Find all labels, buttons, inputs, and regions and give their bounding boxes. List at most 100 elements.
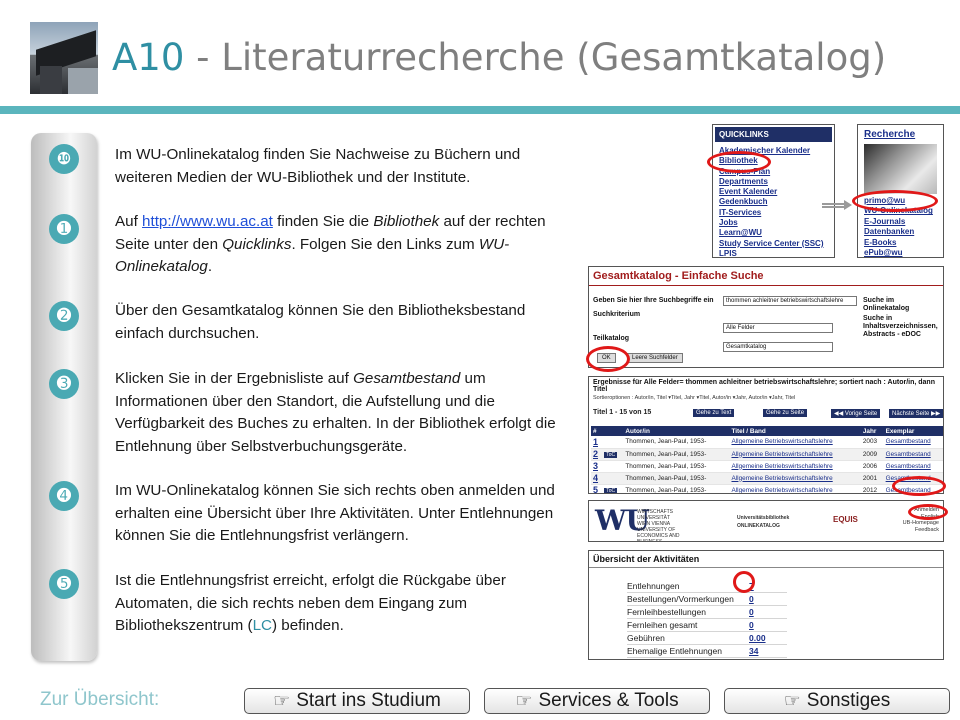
wu-banner-screenshot: WU WIRTSCHAFTS UNIVERSITÄT WIEN VIENNA U…: [588, 500, 944, 542]
row-number-link[interactable]: 5: [593, 485, 598, 493]
check-edoc[interactable]: Suche in Inhaltsverzeichnissen, Abstract…: [863, 315, 943, 339]
wu-catalog: ONLINEKATALOG: [737, 523, 780, 529]
activity-row: Fernleihbestellungen 0: [627, 607, 787, 619]
step-2-icon: ➋: [49, 301, 79, 331]
next-page-button[interactable]: Nächste Seite ▶▶: [889, 409, 943, 418]
goto-page-button[interactable]: Gehe zu Seite: [763, 409, 808, 417]
title-link[interactable]: Allgemeine Betriebswirtschaftslehre: [731, 475, 832, 482]
toc-badge-cell: ToC: [602, 484, 624, 494]
activity-value-link[interactable]: 0: [749, 607, 754, 617]
table-row: 2 ToC Thommen, Jean-Paul, 1953- Allgemeine …: [591, 448, 943, 461]
year-cell-cell: 2009: [860, 448, 884, 461]
title-link[interactable]: Allgemeine Betriebswirtschaftslehre: [731, 463, 832, 470]
activity-value-link[interactable]: 0: [749, 594, 754, 604]
wu-banner-link[interactable]: UB-Homepage: [899, 520, 939, 527]
author-cell: Thommen, Jean-Paul, 1953-: [625, 450, 707, 458]
title-link[interactable]: Allgemeine Betriebswirtschaftslehre: [731, 438, 832, 445]
quicklink-item[interactable]: LPIS: [719, 249, 828, 257]
step-3-icon: ➌: [49, 369, 79, 399]
clear-button[interactable]: Leere Suchfelder: [627, 353, 683, 363]
title-link[interactable]: Allgemeine Betriebswirtschaftslehre: [731, 451, 832, 458]
check-onlinekatalog[interactable]: Suche im Onlinekatalog: [863, 297, 941, 313]
quicklinks-heading: QUICKLINKS: [715, 127, 832, 142]
quicklink-item[interactable]: Study Service Center (SSC): [719, 239, 828, 249]
wu-link[interactable]: http://www.wu.ac.at: [142, 213, 273, 230]
recherche-heading: Recherche: [864, 129, 916, 140]
gesamtbestand-link[interactable]: Gesamtbestand: [886, 451, 931, 458]
year-cell: 2006: [862, 462, 878, 470]
author-cell: Thommen, Jean-Paul, 1953-: [625, 474, 707, 482]
highlight-ring-onlinekatalog: [852, 190, 938, 212]
header-rule: [0, 106, 960, 114]
row-number-link-cell: 1: [591, 436, 603, 449]
title-link[interactable]: Allgemeine Betriebswirtschaftslehre: [731, 487, 832, 494]
quicklink-item[interactable]: Gedenkbuch: [719, 197, 828, 207]
building-photo: [30, 22, 98, 94]
activity-row: Gebühren 0.00: [627, 633, 787, 645]
author-cell: Thommen, Jean-Paul, 1953-: [625, 462, 707, 470]
activity-value-link[interactable]: 0.00: [749, 633, 766, 643]
activity-label: Fernleihen gesamt: [627, 620, 698, 630]
gesamtbestand-link[interactable]: Gesamtbestand: [886, 438, 931, 445]
hand-pointer-icon: ☞: [515, 690, 533, 712]
row-number-link[interactable]: 2: [593, 449, 598, 459]
criterion-select[interactable]: Alle Felder: [723, 323, 833, 333]
step-bar: ❿ ➊ ➋ ➌ ➍ ➎: [31, 133, 97, 661]
recherche-item[interactable]: E-Books: [864, 238, 937, 248]
results-column-header: Jahr: [860, 426, 884, 436]
title-link-cell: Allgemeine Betriebswirtschaftslehre: [729, 484, 861, 494]
results-column-header: Autor/in: [623, 426, 730, 436]
year-cell: 2009: [862, 450, 878, 458]
quicklink-item[interactable]: Jobs: [719, 218, 828, 228]
nav-start-ins-studium-button[interactable]: ☞ Start ins Studium: [244, 688, 470, 714]
activity-value-link[interactable]: 34: [749, 646, 758, 656]
highlight-ring-gesamtbestand: [892, 476, 946, 496]
year-cell-cell: 2001: [860, 472, 884, 485]
results-column-header: Titel / Band: [729, 426, 861, 436]
recherche-item[interactable]: Datenbanken: [864, 227, 937, 237]
prev-page-button[interactable]: ◀◀ Vorige Seite: [831, 409, 881, 418]
activity-row: Fernleihen gesamt 0: [627, 620, 787, 632]
paragraph-3: Klicken Sie in der Ergebnisliste auf Ges…: [115, 370, 556, 455]
quicklink-item[interactable]: Learn@WU: [719, 228, 828, 238]
gesamtkatalog-heading: Gesamtkatalog - Einfache Suche: [589, 267, 943, 286]
activities-heading: Übersicht der Aktivitäten: [589, 551, 943, 568]
recherche-item[interactable]: ePub@wu: [864, 248, 937, 257]
step-1-icon: ➊: [49, 214, 79, 244]
gesamtkatalog-screenshot: Gesamtkatalog - Einfache Suche Geben Sie…: [588, 266, 944, 368]
aktivitaeten-screenshot: Übersicht der Aktivitäten Entlehnungen 7 B…: [588, 550, 944, 660]
search-label: Geben Sie hier Ihre Suchbegriffe ein: [593, 297, 714, 304]
subcatalog-label: Teilkatalog: [593, 335, 630, 342]
nav-sonstiges-button[interactable]: ☞ Sonstiges: [724, 688, 950, 714]
activity-label: Bestellungen/Vormerkungen: [627, 594, 734, 604]
gesamtbestand-link-cell: Gesamtbestand: [883, 448, 943, 461]
results-table: # Autor/in Titel / Band Jahr Exemplar 1 Thomm…: [591, 426, 943, 494]
goto-text-button[interactable]: Gehe zu Text: [693, 409, 735, 417]
activity-value-link[interactable]: 0: [749, 620, 754, 630]
highlight-ring-anmelden: [908, 504, 948, 520]
row-number-link[interactable]: 1: [593, 437, 598, 447]
quicklink-item[interactable]: Event Kalender: [719, 187, 828, 197]
row-number-link[interactable]: 4: [593, 473, 598, 483]
wu-university-name: WIRTSCHAFTS UNIVERSITÄT WIEN VIENNA UNIV…: [637, 509, 680, 542]
author-cell: Thommen, Jean-Paul, 1953-: [625, 486, 707, 494]
toc-badge: ToC: [604, 487, 618, 494]
row-number-link[interactable]: 3: [593, 461, 598, 471]
subcatalog-select[interactable]: Gesamtkatalog: [723, 342, 833, 352]
quicklink-item[interactable]: Departments: [719, 177, 828, 187]
slide-header: A10 - Literaturrecherche (Gesamtkatalog): [0, 0, 960, 118]
activity-label: Ehemalige Entlehnungen: [627, 646, 722, 656]
highlight-ring-bibliothek: [707, 151, 771, 173]
quicklink-item[interactable]: IT-Services: [719, 208, 828, 218]
recherche-item[interactable]: E-Journals: [864, 217, 937, 227]
results-column-header: Exemplar: [883, 426, 943, 436]
gesamtbestand-link[interactable]: Gesamtbestand: [886, 463, 931, 470]
keyboard-photo: [864, 144, 937, 194]
paragraph-5: Ist die Entlehnungsfrist erreicht, erfol…: [115, 572, 506, 635]
wu-banner-link[interactable]: Feedback: [899, 527, 939, 534]
search-input[interactable]: thommen achleitner betriebswirtschaftsle…: [723, 296, 857, 306]
toc-badge: ToC: [604, 451, 618, 458]
results-column-header: #: [591, 426, 603, 436]
nav-services-tools-button[interactable]: ☞ Services & Tools: [484, 688, 710, 714]
year-cell-cell: 2006: [860, 460, 884, 473]
